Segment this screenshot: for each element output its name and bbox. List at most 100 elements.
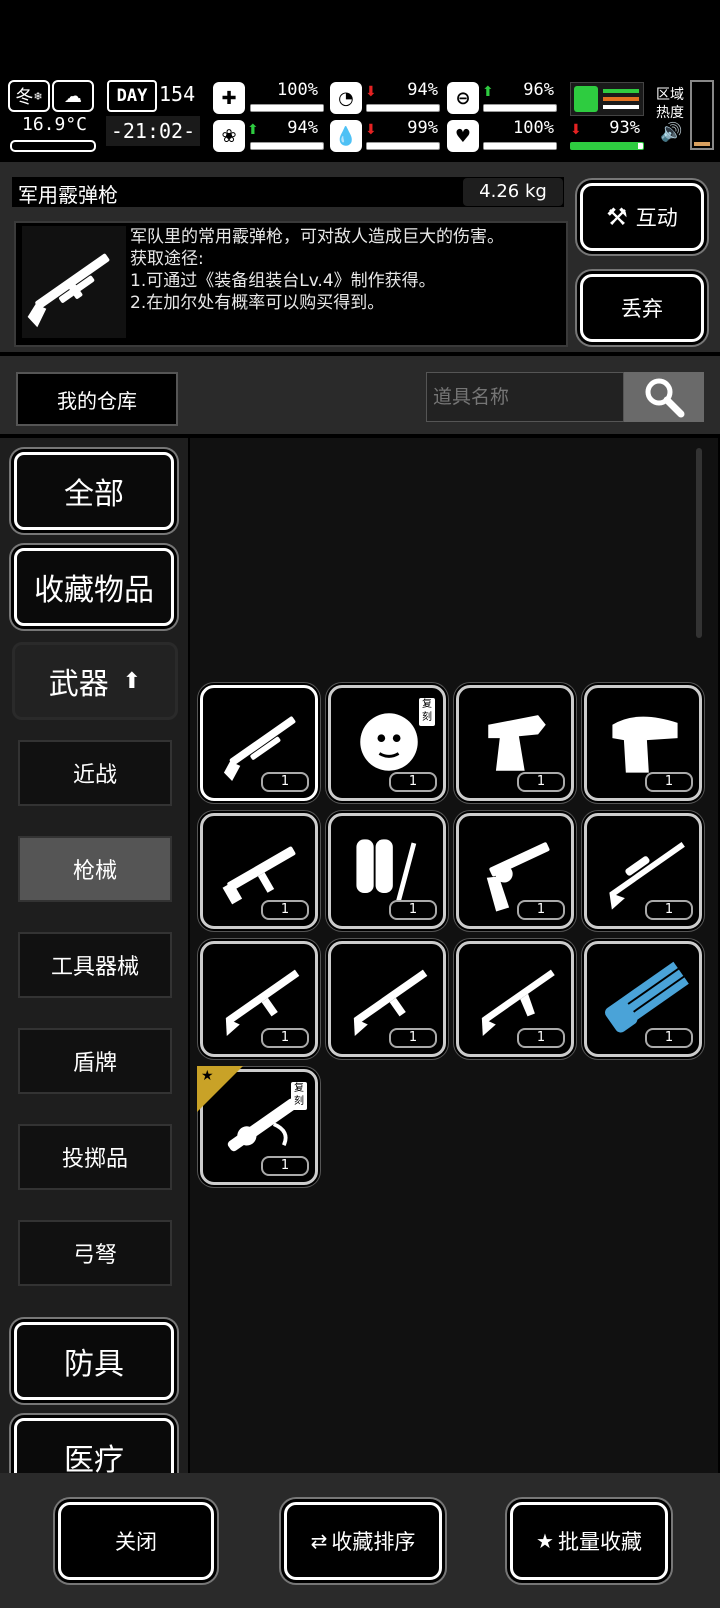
batch-favorite-button[interactable]: ★ 批量收藏 — [510, 1502, 668, 1580]
season-badge: 冬 ❄ — [8, 80, 50, 112]
category-armor[interactable]: 防具 — [14, 1322, 174, 1400]
inventory-slot[interactable]: 1 — [200, 941, 318, 1057]
item-count: 1 — [645, 772, 693, 792]
category-firearms-label: 枪械 — [72, 859, 117, 884]
boot-icon — [574, 86, 598, 112]
item-count: 1 — [645, 1028, 693, 1048]
inventory-slot[interactable]: 1 — [584, 813, 702, 929]
item-count: 1 — [645, 900, 693, 920]
heart-icon: ♥ — [447, 120, 479, 152]
category-favorites-label: 收藏物品 — [34, 573, 154, 608]
discard-label: 丢弃 — [621, 297, 663, 321]
stamina-panel — [570, 82, 644, 116]
zone-heat-label: 区域 热度 — [656, 87, 684, 121]
stomach-icon: ◔ — [330, 82, 362, 114]
hunger-value: 94% — [407, 80, 438, 100]
copy-tag: 复刻 — [291, 1082, 307, 1110]
inventory-slot[interactable]: 1 — [328, 813, 446, 929]
heart-bar — [483, 142, 557, 150]
stat3-value: 96% — [523, 80, 554, 100]
day-number: 154 — [159, 82, 196, 106]
item-count: 1 — [389, 1028, 437, 1048]
inventory-slot[interactable]: 1 — [456, 685, 574, 801]
category-throwables-label: 投掷品 — [61, 1147, 128, 1172]
scrollbar[interactable] — [696, 448, 702, 638]
close-button[interactable]: 关闭 — [58, 1502, 214, 1580]
water-value: 99% — [407, 118, 438, 138]
discard-button[interactable]: 丢弃 — [580, 274, 704, 342]
item-search-input[interactable] — [426, 372, 624, 422]
interact-label: 互动 — [635, 206, 678, 230]
sort-favorites-label: 收藏排序 — [331, 1530, 416, 1554]
item-count: 1 — [261, 772, 309, 792]
category-throwables[interactable]: 投掷品 — [18, 1124, 172, 1190]
stamina-value: 93% — [609, 118, 640, 138]
item-count: 1 — [261, 1156, 309, 1176]
category-bows[interactable]: 弓弩 — [18, 1220, 172, 1286]
speaker-icon[interactable]: 🔊 — [660, 122, 682, 143]
category-favorites[interactable]: 收藏物品 — [14, 548, 174, 626]
inventory-slot[interactable]: 1 — [200, 813, 318, 929]
category-shields[interactable]: 盾牌 — [18, 1028, 172, 1094]
item-count: 1 — [261, 1028, 309, 1048]
item-weight: 4.26 kg — [479, 181, 547, 202]
inventory-slot[interactable]: 1 — [584, 941, 702, 1057]
category-melee-label: 近战 — [72, 763, 117, 788]
inventory-slot[interactable]: 1 — [328, 941, 446, 1057]
category-melee[interactable]: 近战 — [18, 740, 172, 806]
item-shotgun-icon — [22, 226, 126, 338]
item-description: 军队里的常用霰弹枪，可对敌人造成巨大的伤害。 获取途径: 1.可通过《装备组装台… — [130, 227, 504, 313]
day-label: DAY — [107, 80, 157, 112]
health-bar — [250, 104, 324, 112]
item-count: 1 — [261, 900, 309, 920]
inventory-slot[interactable]: 1 — [456, 813, 574, 929]
item-count: 1 — [389, 900, 437, 920]
category-armor-label: 防具 — [64, 1347, 124, 1382]
inventory-slot[interactable]: 1 — [584, 685, 702, 801]
category-menu: 全部 收藏物品 武器 ⬆ 近战 枪械 工具器械 盾牌 投掷品 弓弩 防具 医疗 — [0, 438, 188, 1473]
category-tools-label: 工具器械 — [50, 955, 139, 980]
item-count: 1 — [517, 1028, 565, 1048]
favorite-star-icon: ★ — [197, 1066, 243, 1112]
my-warehouse-button[interactable]: 我的仓库 — [16, 372, 178, 426]
sort-favorites-button[interactable]: ⇄ 收藏排序 — [284, 1502, 442, 1580]
search-button[interactable] — [624, 372, 704, 422]
category-medical[interactable]: 医疗 — [14, 1418, 174, 1473]
inventory-slot[interactable]: 复刻 ★ 1 — [197, 1066, 318, 1185]
category-firearms[interactable]: 枪械 — [18, 836, 172, 902]
brain-icon: ❀ — [213, 120, 245, 152]
item-name: 军用霰弹枪 — [18, 183, 118, 207]
interact-button[interactable]: ⚒ 互动 — [580, 183, 704, 251]
category-all[interactable]: 全部 — [14, 452, 174, 530]
health-value: 100% — [277, 80, 318, 100]
category-tools[interactable]: 工具器械 — [18, 932, 172, 998]
water-bar — [366, 142, 440, 150]
swap-arrows-icon: ⇄ — [310, 1529, 328, 1553]
stars-icon: ★ — [536, 1529, 554, 1553]
season-label: 冬 — [15, 87, 34, 108]
stat3-bar — [483, 104, 557, 112]
inventory-slot[interactable]: 1 — [456, 941, 574, 1057]
search-icon — [645, 378, 685, 418]
category-medical-label: 医疗 — [64, 1443, 124, 1473]
item-count: 1 — [517, 772, 565, 792]
category-shields-label: 盾牌 — [72, 1051, 117, 1076]
inventory-slot[interactable]: 复刻 1 — [328, 685, 446, 801]
category-weapons[interactable]: 武器 ⬆ — [12, 642, 178, 720]
inventory-slot[interactable]: 1 — [200, 685, 318, 801]
hammer-icon: ⚒ — [606, 203, 628, 231]
stamina-bar — [570, 142, 644, 150]
collapse-arrow-icon: ⬆ — [122, 668, 142, 694]
heart-value: 100% — [513, 118, 554, 138]
hunger-bar — [366, 104, 440, 112]
temperature: 16.9°C — [22, 114, 88, 135]
copy-tag: 复刻 — [419, 698, 435, 726]
temperature-bar — [10, 140, 96, 152]
category-bows-label: 弓弩 — [72, 1243, 117, 1268]
water-drop-icon: 💧 — [330, 120, 362, 152]
batch-favorite-label: 批量收藏 — [557, 1530, 642, 1554]
game-time: -21:02- — [106, 116, 200, 146]
zone-heat-meter — [690, 80, 714, 150]
item-count: 1 — [389, 772, 437, 792]
sanity-value: 94% — [287, 118, 318, 138]
